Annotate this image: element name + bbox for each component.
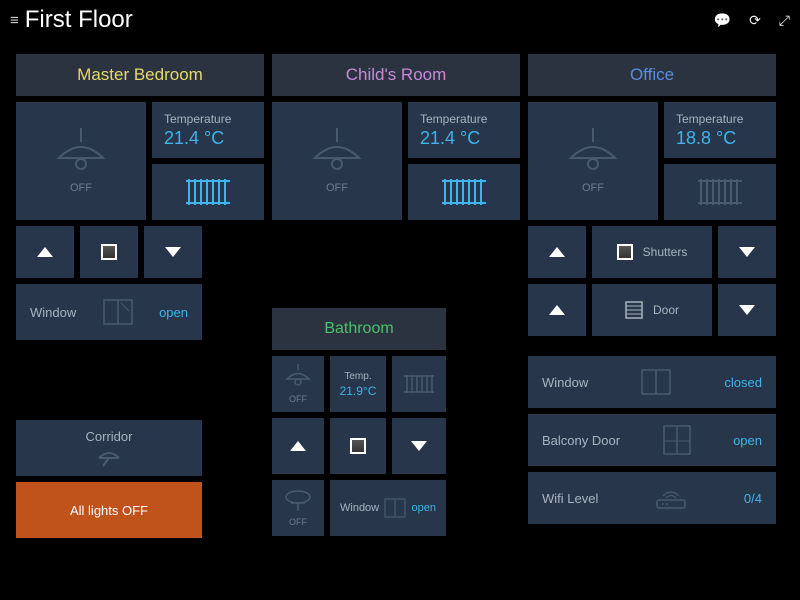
temperature-label: Temp. [344,371,371,382]
ceiling-light-icon [51,128,111,178]
window-tile-office[interactable]: Window closed [528,356,776,408]
blinds-icon [625,301,643,319]
light-state: OFF [582,182,604,194]
light-tile-master[interactable]: OFF [16,102,146,220]
window-state: open [159,305,188,320]
window-icon [641,369,671,395]
door-down-office[interactable] [718,284,776,336]
light-tile-office[interactable]: OFF [528,102,658,220]
refresh-icon[interactable]: ⟳ [749,12,761,29]
room-name: Office [630,65,674,85]
radiator-tile-office[interactable] [664,164,776,220]
temperature-label: Temperature [420,112,487,126]
window-state: closed [724,375,762,390]
mirror-light-icon [283,489,313,513]
temperature-tile-child[interactable]: Temperature 21.4 °C [408,102,520,158]
room-name: Bathroom [324,320,393,338]
radiator-icon [402,372,436,396]
room-header-bathroom[interactable]: Bathroom [272,308,446,350]
room-header-master[interactable]: Master Bedroom [16,54,264,96]
radiator-tile-bathroom[interactable] [392,356,446,412]
shutter-up-office[interactable] [528,226,586,278]
radiator-icon [183,175,233,209]
corridor-label: Corridor [86,429,133,444]
shutter-stop-bathroom[interactable] [330,418,386,474]
door-up-office[interactable] [528,284,586,336]
chevron-down-icon [739,305,755,315]
balcony-door-tile-office[interactable]: Balcony Door open [528,414,776,466]
chevron-up-icon [549,305,565,315]
shutters-label: Shutters [643,245,688,259]
radiator-icon [695,175,745,209]
door-label: Door [653,303,679,317]
chevron-up-icon [290,441,306,451]
wifi-label: Wifi Level [542,491,598,506]
wall-light-icon [95,448,123,468]
shutter-stop-master[interactable] [80,226,138,278]
light-state: OFF [326,182,348,194]
menu-icon[interactable]: ≡ [10,12,17,29]
corridor-tile[interactable]: Corridor [16,420,202,476]
room-name: Child's Room [346,65,447,85]
stop-icon [350,438,366,454]
radiator-tile-master[interactable] [152,164,264,220]
all-lights-off-button[interactable]: All lights OFF [16,482,202,538]
temperature-value: 21.4 °C [164,128,224,149]
temperature-tile-bathroom[interactable]: Temp. 21.9°C [330,356,386,412]
light-tile-child[interactable]: OFF [272,102,402,220]
room-name: Master Bedroom [77,65,203,85]
window-label: Window [542,375,588,390]
window-icon [103,299,133,325]
ceiling-light-icon [307,128,367,178]
chevron-up-icon [549,247,565,257]
window-label: Window [340,502,379,514]
light-state: OFF [289,517,307,527]
wifi-tile-office[interactable]: Wifi Level 0/4 [528,472,776,524]
window-icon [384,498,406,518]
temperature-value: 21.9°C [340,384,377,398]
light-state: OFF [289,394,307,404]
stop-icon [617,244,633,260]
window-state: open [412,502,436,514]
room-header-child[interactable]: Child's Room [272,54,520,96]
window-tile-bathroom[interactable]: Window open [330,480,446,536]
balcony-door-state: open [733,433,762,448]
temperature-value: 21.4 °C [420,128,480,149]
ceiling-light-icon [563,128,623,178]
temperature-label: Temperature [164,112,231,126]
chevron-down-icon [739,247,755,257]
radiator-icon [439,175,489,209]
temperature-tile-office[interactable]: Temperature 18.8 °C [664,102,776,158]
all-lights-off-label: All lights OFF [70,503,148,518]
door-tile-office[interactable]: Door [592,284,712,336]
wifi-value: 0/4 [744,491,762,506]
shutter-up-master[interactable] [16,226,74,278]
shutter-down-office[interactable] [718,226,776,278]
shutter-down-bathroom[interactable] [392,418,446,474]
shutters-tile-office[interactable]: Shutters [592,226,712,278]
room-header-office[interactable]: Office [528,54,776,96]
fullscreen-icon[interactable]: ⤢ [779,12,790,29]
ceiling-light-icon [283,364,313,390]
light-tile-bathroom-ceiling[interactable]: OFF [272,356,324,412]
balcony-door-icon [663,425,691,455]
shutter-down-master[interactable] [144,226,202,278]
balcony-door-label: Balcony Door [542,433,620,448]
router-icon [653,486,689,510]
page-title: First Floor [25,6,133,34]
temperature-tile-master[interactable]: Temperature 21.4 °C [152,102,264,158]
stop-icon [101,244,117,260]
shutter-up-bathroom[interactable] [272,418,324,474]
window-tile-master[interactable]: Window open [16,284,202,340]
chat-icon[interactable]: 💬 [714,12,731,29]
light-state: OFF [70,182,92,194]
chevron-down-icon [411,441,427,451]
chevron-up-icon [37,247,53,257]
temperature-label: Temperature [676,112,743,126]
temperature-value: 18.8 °C [676,128,736,149]
chevron-down-icon [165,247,181,257]
window-label: Window [30,305,76,320]
light-tile-bathroom-mirror[interactable]: OFF [272,480,324,536]
radiator-tile-child[interactable] [408,164,520,220]
